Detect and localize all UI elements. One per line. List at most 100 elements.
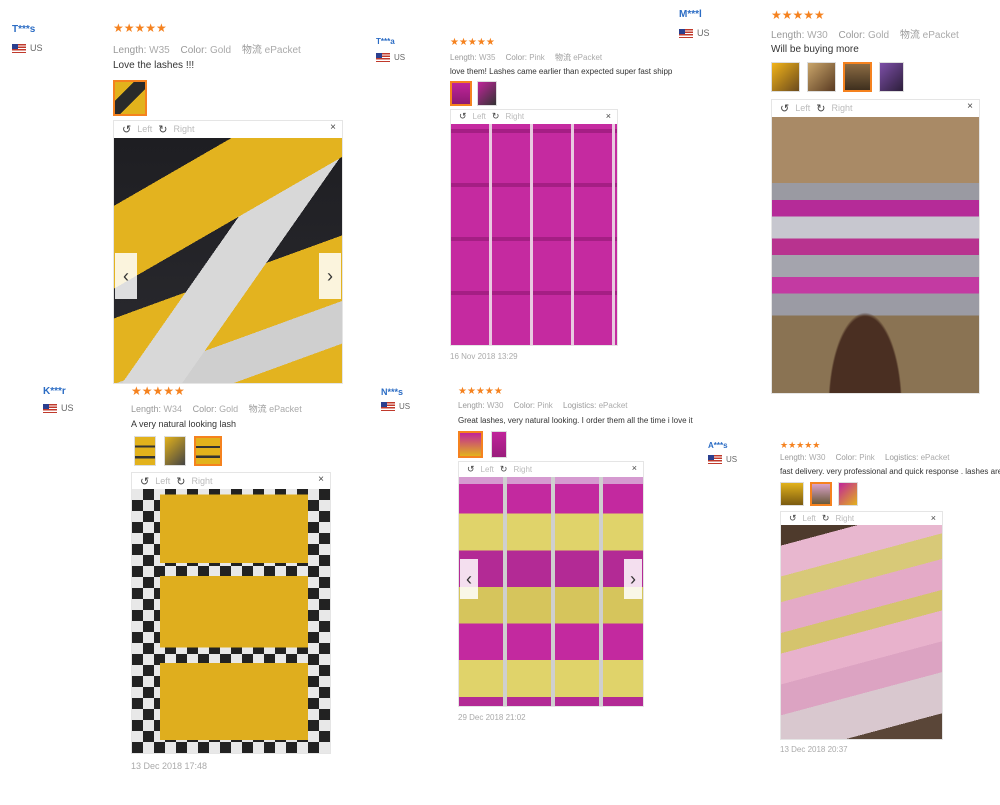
viewer-toolbar: ↺ Left ↻ Right × (781, 512, 942, 524)
rotate-right-label[interactable]: Right (173, 124, 194, 134)
rotate-left-label[interactable]: Left (473, 112, 486, 121)
reviewer-name[interactable]: T***s (12, 24, 35, 35)
review-attributes: Length: W30 Color: Pink Logistics: ePack… (780, 453, 950, 462)
reviewer-country: US (12, 43, 43, 53)
thumbnail-strip (771, 62, 904, 92)
country-label: US (697, 28, 710, 38)
review-date: 29 Dec 2018 21:02 (458, 713, 526, 722)
review-date: 13 Dec 2018 17:48 (131, 761, 208, 771)
viewer-toolbar: ↺ Left ↻ Right × (459, 462, 643, 476)
reviewer-country: US (376, 53, 405, 62)
thumbnail-strip (780, 482, 858, 506)
close-icon[interactable]: × (606, 111, 611, 121)
photo-thumbnail[interactable] (879, 62, 904, 92)
viewer-toolbar: ↺ Left ↻ Right × (451, 110, 617, 123)
rotate-left-label[interactable]: Left (795, 103, 810, 113)
photo-thumbnail[interactable] (810, 482, 832, 506)
review-text: Love the lashes !!! (113, 60, 195, 71)
reviewer-country: US (43, 403, 74, 413)
reviewer-name[interactable]: T***a (376, 37, 395, 46)
photo-thumbnail[interactable] (458, 431, 483, 458)
thumbnail-strip (450, 81, 497, 106)
chevron-right-icon[interactable]: › (319, 253, 341, 299)
us-flag-icon (12, 43, 26, 53)
star-rating: ★★★★★ (458, 386, 503, 397)
rotate-right-label[interactable]: Right (505, 112, 524, 121)
chevron-right-icon[interactable]: › (624, 559, 642, 599)
photo-thumbnail[interactable] (780, 482, 804, 506)
photo-thumbnail[interactable] (771, 62, 800, 92)
rotate-left-icon[interactable]: ↺ (789, 513, 797, 524)
photo-thumbnail[interactable] (450, 81, 472, 106)
thumbnail-strip (134, 436, 222, 466)
reviewer-name[interactable]: M***l (679, 9, 702, 20)
country-label: US (30, 43, 43, 53)
review-photo (459, 477, 643, 706)
close-icon[interactable]: × (931, 513, 936, 523)
close-icon[interactable]: × (632, 463, 637, 473)
review-photo (451, 124, 617, 345)
rotate-right-icon[interactable]: ↻ (500, 464, 508, 475)
reviewer-country: US (381, 402, 410, 411)
chevron-left-icon[interactable]: ‹ (115, 253, 137, 299)
rotate-left-label[interactable]: Left (803, 514, 816, 523)
photo-thumbnail[interactable] (491, 431, 507, 458)
photo-thumbnail[interactable] (838, 482, 858, 506)
star-rating: ★★★★★ (131, 384, 185, 398)
photo-thumbnail[interactable] (134, 436, 156, 466)
review-photo (772, 117, 979, 393)
close-icon[interactable]: × (967, 101, 973, 112)
viewer-toolbar: ↺ Left ↻ Right × (772, 100, 979, 116)
photo-viewer: ↺ Left ↻ Right × (131, 472, 331, 754)
rotate-right-label[interactable]: Right (191, 476, 212, 486)
review-text: A very natural looking lash (131, 419, 237, 429)
photo-viewer: ↺ Left ↻ Right × (450, 109, 618, 346)
rotate-right-icon[interactable]: ↻ (822, 513, 830, 524)
rotate-right-label[interactable]: Right (835, 514, 854, 523)
reviewer-name[interactable]: A***s (708, 441, 728, 450)
rotate-left-icon[interactable]: ↺ (459, 111, 467, 122)
review-text: Will be buying more (771, 44, 859, 55)
star-rating: ★★★★★ (771, 8, 825, 22)
rotate-right-label[interactable]: Right (513, 465, 532, 474)
country-label: US (394, 53, 406, 62)
us-flag-icon (376, 53, 390, 62)
photo-thumbnail[interactable] (807, 62, 836, 92)
rotate-right-icon[interactable]: ↻ (492, 111, 500, 122)
reviewer-name[interactable]: K***r (43, 386, 66, 397)
country-label: US (726, 455, 738, 464)
rotate-left-icon[interactable]: ↺ (122, 123, 131, 136)
photo-thumbnail[interactable] (164, 436, 186, 466)
rotate-right-icon[interactable]: ↻ (158, 123, 167, 136)
rotate-left-icon[interactable]: ↺ (780, 102, 789, 115)
us-flag-icon (43, 403, 57, 413)
review-date: 13 Dec 2018 20:37 (780, 745, 848, 754)
photo-thumbnail[interactable] (194, 436, 222, 466)
rotate-right-icon[interactable]: ↻ (816, 102, 825, 115)
review-text: fast delivery. very professional and qui… (780, 467, 1000, 476)
thumbnail-strip (113, 80, 147, 116)
photo-thumbnail[interactable] (113, 80, 147, 116)
rotate-right-icon[interactable]: ↻ (176, 475, 185, 488)
thumbnail-strip (458, 431, 507, 458)
review-attributes: Length: W35 Color: Gold 物流 ePacket (113, 45, 301, 56)
us-flag-icon (679, 28, 693, 38)
review-attributes: Length: W34 Color: Gold 物流 ePacket (131, 404, 302, 414)
reviewer-name[interactable]: N***s (381, 387, 403, 397)
rotate-left-label[interactable]: Left (155, 476, 170, 486)
rotate-left-icon[interactable]: ↺ (467, 464, 475, 475)
photo-viewer: ↺ Left ↻ Right × (771, 99, 980, 394)
rotate-left-icon[interactable]: ↺ (140, 475, 149, 488)
rotate-right-label[interactable]: Right (831, 103, 852, 113)
rotate-left-label[interactable]: Left (481, 465, 494, 474)
photo-thumbnail[interactable] (477, 81, 497, 106)
close-icon[interactable]: × (318, 474, 324, 485)
star-rating: ★★★★★ (450, 37, 495, 48)
chevron-left-icon[interactable]: ‹ (460, 559, 478, 599)
star-rating: ★★★★★ (780, 440, 821, 450)
close-icon[interactable]: × (330, 122, 336, 133)
rotate-left-label[interactable]: Left (137, 124, 152, 134)
country-label: US (399, 402, 411, 411)
photo-thumbnail[interactable] (843, 62, 872, 92)
review-attributes: Length: W35 Color: Pink 物流 ePacket (450, 53, 603, 62)
